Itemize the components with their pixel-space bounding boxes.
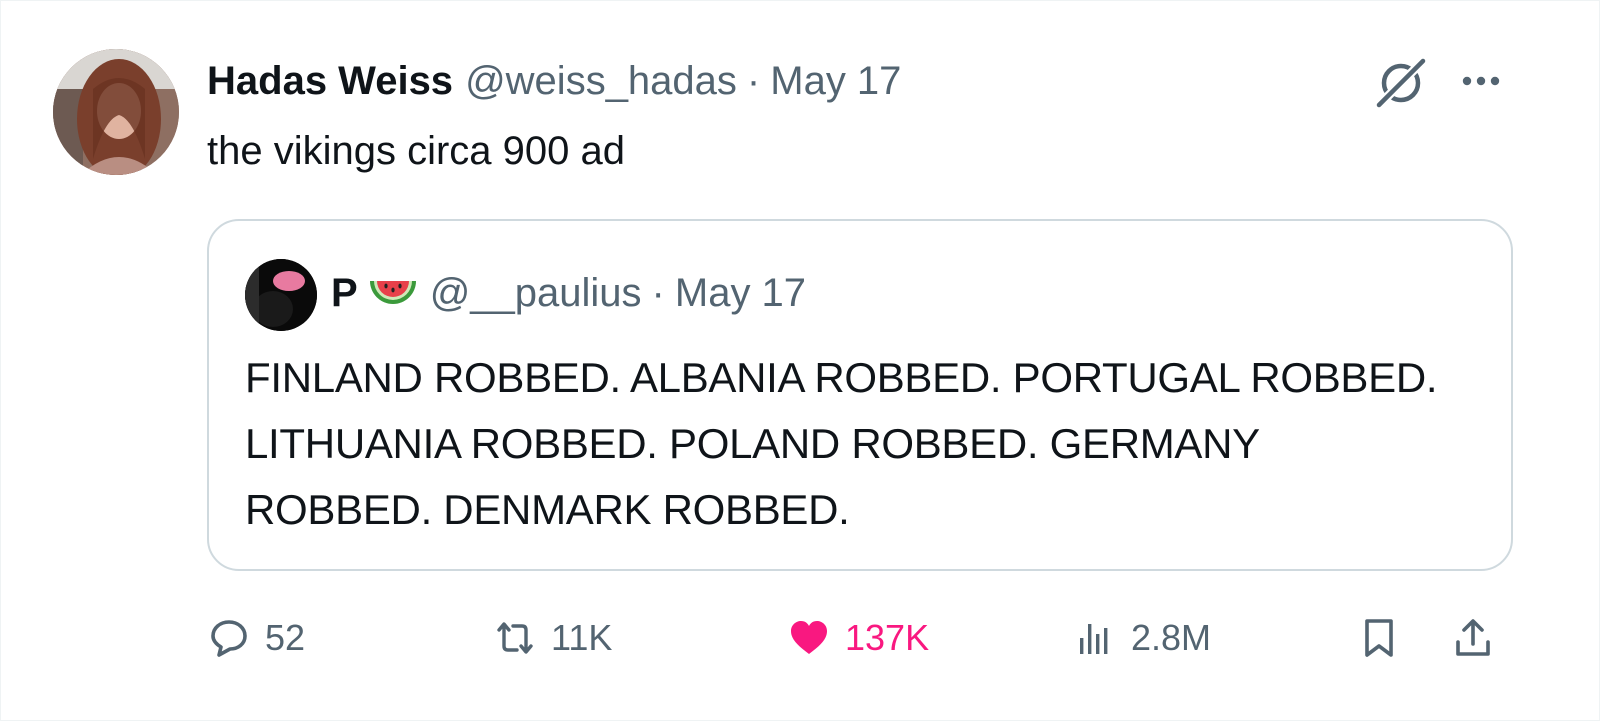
quoted-author-avatar[interactable] — [245, 259, 317, 331]
author-avatar[interactable] — [53, 49, 179, 175]
heart-filled-icon — [791, 621, 827, 654]
quoted-tweet[interactable]: P @__paulius · May 17 FINLAND ROBBED. AL… — [207, 219, 1513, 571]
repost-icon — [497, 622, 533, 654]
tweet-text: the vikings circa 900 ad — [207, 129, 626, 173]
quoted-display-name[interactable]: P — [331, 271, 358, 316]
repost-button[interactable]: 11K — [493, 607, 612, 669]
more-dots-icon[interactable] — [1453, 57, 1509, 113]
views-chart-icon — [1080, 624, 1108, 654]
views-count: 2.8M — [1131, 617, 1212, 658]
grok-icon[interactable] — [1373, 55, 1429, 111]
bookmark-button[interactable] — [1357, 607, 1401, 669]
tweet-card: Hadas Weiss @weiss_hadas · May 17 the vi… — [0, 0, 1600, 721]
tweet-header: Hadas Weiss @weiss_hadas · May 17 — [207, 53, 1339, 109]
bookmark-icon — [1365, 619, 1393, 657]
reply-button[interactable]: 52 — [207, 607, 305, 669]
views-button[interactable]: 2.8M — [1073, 607, 1211, 669]
quoted-date[interactable]: May 17 — [675, 271, 806, 316]
quoted-header: P @__paulius · May 17 — [331, 265, 806, 321]
like-count: 137K — [845, 617, 930, 658]
like-button[interactable]: 137K — [787, 607, 929, 669]
repost-count: 11K — [551, 617, 613, 658]
header-separator: · — [746, 59, 761, 103]
user-avatar-photo — [53, 49, 179, 175]
action-bar: 52 11K 137K 2.8M — [207, 607, 1513, 669]
reply-icon — [211, 620, 247, 657]
reply-count: 52 — [265, 617, 306, 658]
quoted-handle[interactable]: @__paulius — [430, 271, 642, 316]
watermelon-icon — [369, 281, 416, 304]
quoted-avatar-photo — [245, 259, 317, 331]
tweet-date[interactable]: May 17 — [770, 53, 901, 109]
quoted-text: FINLAND ROBBED. ALBANIA ROBBED. PORTUGAL… — [245, 354, 1438, 533]
author-handle[interactable]: @weiss_hadas — [465, 53, 737, 109]
quoted-separator: · — [651, 270, 665, 315]
share-button[interactable] — [1451, 607, 1495, 669]
author-display-name[interactable]: Hadas Weiss — [207, 53, 453, 109]
share-icon — [1456, 619, 1490, 656]
